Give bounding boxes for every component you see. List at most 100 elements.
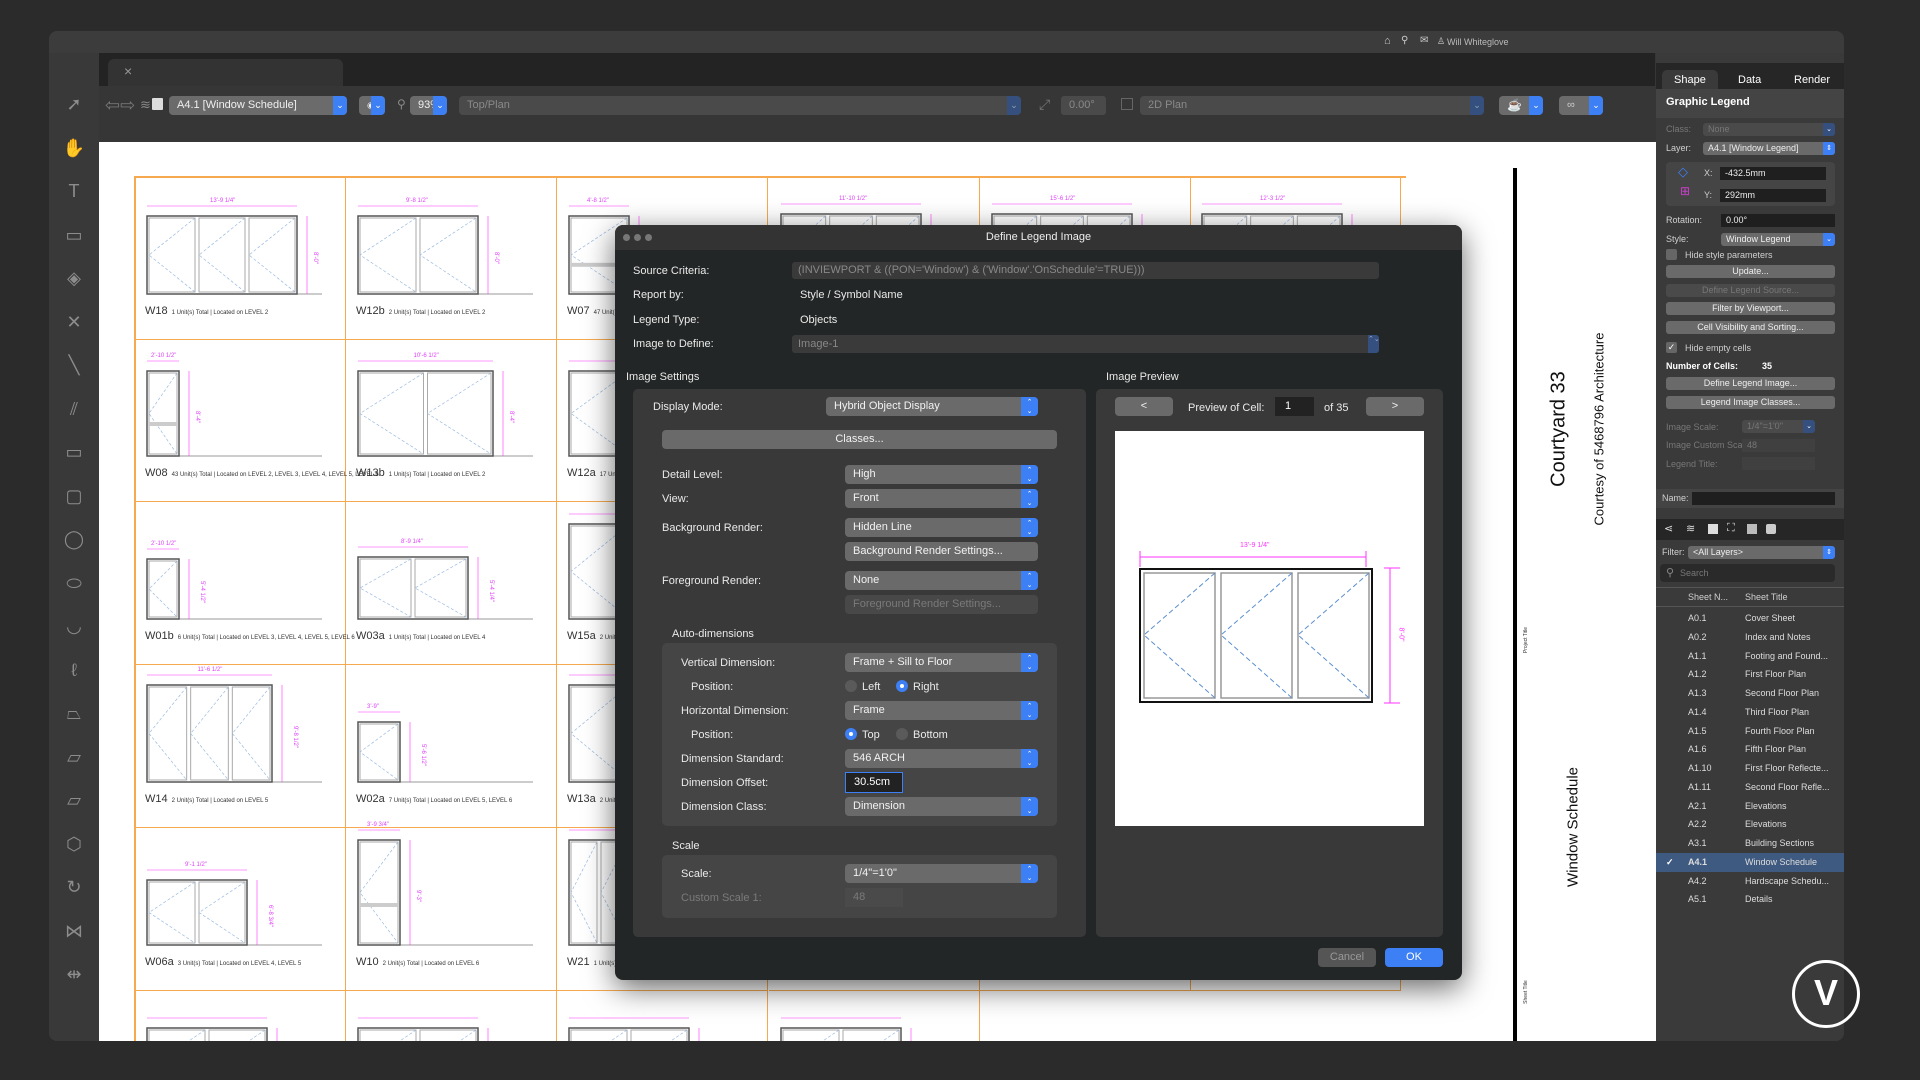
- legend-cell[interactable]: [135, 991, 346, 1041]
- legend-cell[interactable]: [557, 991, 768, 1041]
- layer-filter-select[interactable]: <All Layers> ⇕: [1688, 546, 1835, 559]
- layers-icon[interactable]: ≋: [140, 97, 151, 113]
- view-select[interactable]: Front ⌃ ⌄: [845, 489, 1038, 508]
- circle-tool-icon[interactable]: ◯: [61, 526, 87, 552]
- custom-scale-input[interactable]: 48: [845, 888, 903, 907]
- pan-tool-icon[interactable]: ✋: [61, 135, 87, 161]
- sheet-list-row[interactable]: A1.5 Fourth Floor Plan: [1656, 722, 1844, 741]
- share-icon[interactable]: ⋖: [1664, 522, 1673, 535]
- layer-link-tool-icon[interactable]: ◈: [61, 265, 87, 291]
- legend-cell[interactable]: [769, 991, 980, 1041]
- sheet-list-row[interactable]: A2.2 Elevations: [1656, 815, 1844, 834]
- sheet-icon[interactable]: [152, 98, 163, 110]
- legend-cell[interactable]: [346, 991, 557, 1041]
- freehand-tool-icon[interactable]: ℓ: [61, 657, 87, 683]
- box-position-icon[interactable]: ⊞: [1680, 184, 1690, 198]
- plan-rotation-field[interactable]: 0.00°: [1061, 96, 1106, 115]
- x-field[interactable]: -432.5mm: [1720, 167, 1826, 180]
- tab-shape[interactable]: Shape: [1674, 74, 1706, 86]
- rotate-tool-icon[interactable]: ↻: [61, 874, 87, 900]
- cancel-button[interactable]: Cancel: [1318, 948, 1376, 967]
- teapot-render-select[interactable]: ☕ ⌄: [1499, 96, 1543, 115]
- rectangle-tool-icon[interactable]: ▭: [61, 439, 87, 465]
- view-select[interactable]: Top/Plan ⌄: [459, 96, 1021, 115]
- image-to-define-select[interactable]: Image-1 ⌃⌄: [792, 335, 1380, 353]
- background-render-select[interactable]: Hidden Line ⌃ ⌄: [845, 518, 1038, 537]
- update-button[interactable]: Update...: [1666, 265, 1835, 278]
- legend-image-classes-button[interactable]: Legend Image Classes...: [1666, 396, 1835, 409]
- column-header-sheet-title[interactable]: Sheet Title: [1745, 592, 1788, 602]
- legend-cell[interactable]: 3'-9 3/4" 9'-3" W10 2 Unit(s) Total | Locat…: [346, 822, 557, 991]
- sheet-list-row[interactable]: A1.4 Third Floor Plan: [1656, 703, 1844, 722]
- name-field[interactable]: [1692, 492, 1835, 505]
- legend-cell[interactable]: 9'-1 1/2" 6'-8 3/4" W06a 3 Unit(s) Total | …: [135, 828, 346, 991]
- horizontal-top-radio[interactable]: [845, 728, 857, 740]
- home-icon[interactable]: ⌂: [1384, 35, 1391, 47]
- render-mode-select[interactable]: 2D Plan ⌄: [1140, 96, 1484, 115]
- vertical-right-radio[interactable]: [896, 680, 908, 692]
- sheet-list-row[interactable]: A1.1 Footing and Found...: [1656, 647, 1844, 666]
- polyline-tool-icon[interactable]: ⏢: [61, 700, 87, 726]
- display-mode-select[interactable]: Hybrid Object Display ⌃ ⌄: [826, 397, 1038, 416]
- dimension-standard-select[interactable]: 546 ARCH ⌃ ⌄: [845, 749, 1038, 768]
- next-cell-button[interactable]: >: [1366, 397, 1424, 416]
- rounded-rectangle-tool-icon[interactable]: ▢: [61, 483, 87, 509]
- class-select[interactable]: None ⌄: [1703, 123, 1835, 136]
- sheet-list-row[interactable]: A1.3 Second Floor Plan: [1656, 684, 1844, 703]
- legend-title-field[interactable]: [1742, 457, 1815, 470]
- zoom-select[interactable]: 93% ⌄: [410, 96, 447, 115]
- foreground-render-settings-button[interactable]: Foreground Render Settings...: [845, 595, 1038, 614]
- horizontal-bottom-radio[interactable]: [896, 728, 908, 740]
- legend-cell[interactable]: 10'-6 1/2" 8'-4" W13b 1 Unit(s) Total | Loc…: [346, 339, 557, 502]
- dimension-offset-input[interactable]: 30.5cm: [845, 772, 903, 793]
- document-tab[interactable]: ×: [108, 59, 343, 86]
- visibility-select[interactable]: ◉⌄: [359, 96, 385, 115]
- callout-tool-icon[interactable]: ▭: [61, 222, 87, 248]
- layer-select[interactable]: A4.1 [Window Legend] ⇕: [1703, 142, 1835, 155]
- legend-cell[interactable]: 9'-8 1/2" 8'-0" W12b 2 Unit(s) Total | Loca…: [346, 177, 557, 340]
- sheet-select[interactable]: A4.1 [Window Schedule] ⌄: [169, 96, 347, 115]
- sheet-list-row[interactable]: A0.2 Index and Notes: [1656, 628, 1844, 647]
- legend-cell[interactable]: 11'-6 1/2" 9'-8 1/2" W14 2 Unit(s) Total | …: [135, 665, 346, 828]
- layers-tab-icon[interactable]: ≋: [1686, 522, 1695, 535]
- user-name[interactable]: Will Whiteglove: [1447, 37, 1509, 47]
- custom-scale-field[interactable]: 48: [1742, 439, 1815, 452]
- hide-style-checkbox[interactable]: [1666, 249, 1677, 260]
- sheet-list-row[interactable]: A1.6 Fifth Floor Plan: [1656, 740, 1844, 759]
- source-criteria-field[interactable]: (INVIEWPORT & ((PON='Window') & ('Window…: [792, 262, 1379, 279]
- sheet-list-row[interactable]: A2.1 Elevations: [1656, 797, 1844, 816]
- saved-views-tab-icon[interactable]: [1747, 524, 1757, 534]
- references-tab-icon[interactable]: [1766, 524, 1776, 534]
- back-forward-icon[interactable]: ⇦⇨: [105, 95, 135, 116]
- preview-cell-input[interactable]: 1: [1275, 397, 1314, 416]
- sheets-tab-icon[interactable]: [1708, 524, 1718, 534]
- background-render-settings-button[interactable]: Background Render Settings...: [845, 542, 1038, 561]
- rotate-plan-icon[interactable]: ⤢: [1039, 96, 1050, 113]
- sheet-list-row[interactable]: A1.11 Second Floor Refle...: [1656, 778, 1844, 797]
- zoom-icon[interactable]: ⚲: [397, 97, 406, 111]
- layout-icon[interactable]: [1121, 98, 1133, 110]
- vertical-left-radio[interactable]: [845, 680, 857, 692]
- selection-tool-icon[interactable]: ➚: [61, 91, 87, 117]
- legend-cell[interactable]: 3'-9" 5'-6 1/2" W02a 7 Unit(s) Total | Loca…: [346, 665, 557, 828]
- sheet-list-row[interactable]: A5.1 Details: [1656, 890, 1844, 909]
- viewports-tab-icon[interactable]: ⛶: [1727, 522, 1735, 535]
- vertical-dimension-select[interactable]: Frame + Sill to Floor ⌃ ⌄: [845, 653, 1038, 672]
- x-mark-tool-icon[interactable]: ✕: [61, 309, 87, 335]
- define-legend-image-button[interactable]: Define Legend Image...: [1666, 377, 1835, 390]
- legend-cell[interactable]: 8'-9 1/4" 5'-4 1/4" W03a 1 Unit(s) Total | …: [346, 502, 557, 665]
- filter-by-viewport-button[interactable]: Filter by Viewport...: [1666, 302, 1835, 315]
- polygon-2-tool-icon[interactable]: ⏥: [61, 787, 87, 813]
- legend-cell[interactable]: 2'-10 1/2" 5'-4 1/2" W01b 6 Unit(s) Total |…: [135, 502, 355, 665]
- tab-render[interactable]: Render: [1794, 74, 1830, 86]
- line-tool-icon[interactable]: ╲: [61, 352, 87, 378]
- scale-select[interactable]: 1/4"=1'0" ⌃ ⌄: [845, 864, 1038, 883]
- sheet-list-row[interactable]: A1.2 First Floor Plan: [1656, 665, 1844, 684]
- polygon-tool-icon[interactable]: ⏥: [61, 744, 87, 770]
- foreground-render-select[interactable]: None ⌃ ⌄: [845, 571, 1038, 590]
- hide-empty-checkbox[interactable]: ✓: [1666, 342, 1677, 353]
- define-legend-source-button[interactable]: Define Legend Source...: [1666, 284, 1835, 297]
- detail-level-select[interactable]: High ⌃ ⌄: [845, 465, 1038, 484]
- dimension-tool-icon[interactable]: ⇹: [61, 961, 87, 987]
- mirror-tool-icon[interactable]: ⋈: [61, 918, 87, 944]
